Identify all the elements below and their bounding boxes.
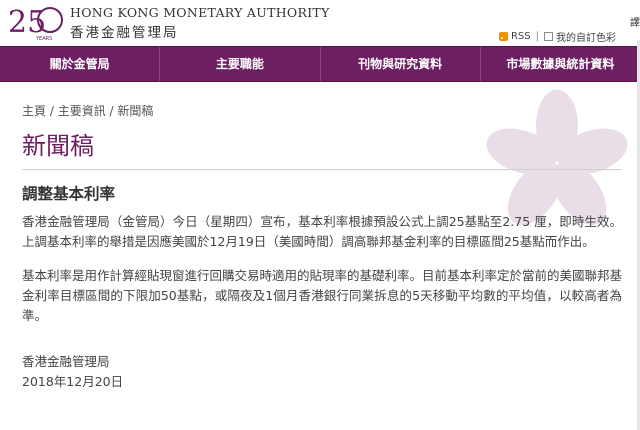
article-signature: 香港金融管理局 2018年12月20日 [22, 352, 622, 392]
my-colors-link[interactable]: 我的自訂色彩 [556, 29, 616, 44]
article-title: 調整基本利率 [22, 185, 116, 203]
title-divider [22, 169, 622, 170]
org-name-zh: 香港金融管理局 [70, 25, 179, 41]
nav-item-publications[interactable]: 刊物與研究資料 [321, 47, 481, 81]
nav-item-about[interactable]: 關於金管局 [0, 47, 161, 81]
breadcrumb: 主頁 / 主要資訊 / 新聞稿 [22, 102, 622, 119]
breadcrumb-separator: / [105, 104, 118, 118]
svg-text:25: 25 [8, 5, 46, 40]
main-nav: 關於金管局 主要職能 刊物與研究資料 市場數據與統計資料 [0, 46, 640, 82]
page-title: 新聞稿 [22, 132, 94, 160]
utility-separator: | [535, 31, 539, 42]
breadcrumb-current: 新聞稿 [117, 104, 154, 118]
truncated-header-text: 譯 [630, 18, 640, 29]
article-paragraph: 基本利率是用作計算經貼現窗進行回購交易時適用的貼現率的基礎利率。目前基本利率定於… [22, 268, 623, 323]
breadcrumb-key-info[interactable]: 主要資訊 [58, 104, 106, 118]
svg-text:YEARS: YEARS [35, 36, 52, 42]
breadcrumb-home[interactable]: 主頁 [22, 104, 46, 118]
signature-org: 香港金融管理局 [22, 354, 110, 369]
hkma-25-years-logo[interactable]: 25 YEARS [6, 2, 68, 42]
article-date: 2018年12月20日 [22, 374, 124, 389]
org-name-en: HONG KONG MONETARY AUTHORITY [70, 5, 330, 20]
site-header: 25 YEARS HONG KONG MONETARY AUTHORITY 香港… [0, 0, 640, 46]
rss-icon[interactable] [498, 32, 508, 41]
rss-link[interactable]: RSS [511, 31, 531, 42]
article-paragraph: 香港金融管理局（金管局）今日（星期四）宣布，基本利率根據預設公式上調25基點至2… [22, 214, 622, 249]
utility-links: RSS | 我的自訂色彩 [498, 29, 616, 44]
palette-icon[interactable] [544, 32, 553, 41]
nav-item-market-data[interactable]: 市場數據與統計資料 [481, 47, 640, 81]
breadcrumb-separator: / [46, 104, 58, 118]
nav-item-key-functions[interactable]: 主要職能 [160, 47, 321, 81]
main-content: 主頁 / 主要資訊 / 新聞稿 新聞稿 調整基本利率 香港金融管理局（金管局）今… [22, 80, 622, 392]
